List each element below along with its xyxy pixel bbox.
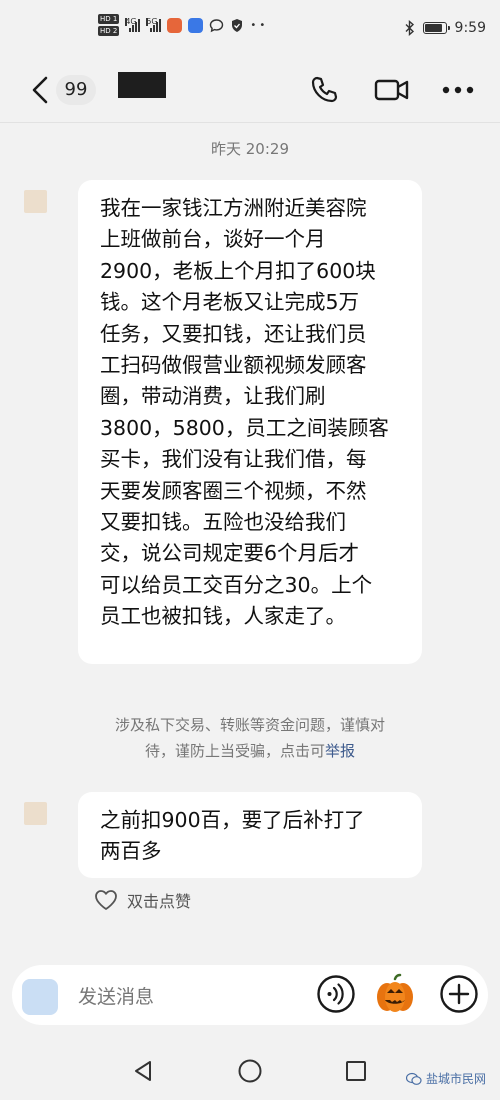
message-text: 之前扣900百，要了后补打了 两百多 xyxy=(100,808,365,864)
chat-header: 99 xyxy=(0,60,500,122)
clock: 9:59 xyxy=(454,20,486,36)
warning-line-1: 涉及私下交易、转账等资金问题，谨慎对 xyxy=(114,716,385,734)
nav-recents-icon[interactable] xyxy=(343,1058,369,1084)
watermark-text: 盐城市民网 xyxy=(425,1072,486,1086)
signal-icon-2: 5G xyxy=(146,18,162,32)
report-link[interactable]: 举报 xyxy=(325,742,355,760)
safety-warning: 涉及私下交易、转账等资金问题，谨慎对 待，谨防上当受骗，点击可举报 xyxy=(0,712,500,764)
message-timestamp: 昨天 20:29 xyxy=(211,140,289,158)
user-avatar xyxy=(22,979,58,1015)
status-icons-right: 9:59 xyxy=(405,20,486,36)
status-bar: HD 1 HD 2 4G 5G • • 9:59 xyxy=(0,0,500,60)
warning-line-2: 待，谨防上当受骗，点击可 xyxy=(144,742,325,760)
more-notifications-dots: • • xyxy=(250,19,266,31)
message-bubble[interactable]: 我在一家钱江方洲附近美容院 上班做前台，谈好一个月 2900，老板上个月扣了60… xyxy=(78,180,422,664)
security-icon xyxy=(188,17,204,33)
nav-back-icon[interactable] xyxy=(130,1058,156,1084)
unread-count-badge[interactable]: 99 xyxy=(56,75,96,105)
more-icon[interactable] xyxy=(440,72,476,108)
header-divider xyxy=(0,122,500,123)
hd1-badge: HD 1 xyxy=(98,14,120,24)
sender-avatar[interactable] xyxy=(24,802,47,825)
message-input-bar: 发送消息 xyxy=(12,965,488,1025)
bluetooth-icon xyxy=(405,20,414,36)
system-navigation-bar: 盐城市民网 xyxy=(0,1040,500,1100)
app-notification-icon xyxy=(167,17,183,33)
voice-icon[interactable] xyxy=(315,973,357,1015)
plus-icon[interactable] xyxy=(438,973,480,1015)
signal-icon-1: 4G xyxy=(125,18,141,32)
shield-check-icon xyxy=(232,18,243,32)
back-arrow-icon[interactable] xyxy=(28,72,52,108)
battery-icon xyxy=(422,22,450,34)
message-bubble[interactable]: 之前扣900百，要了后补打了 两百多 xyxy=(78,792,422,878)
source-watermark: 盐城市民网 xyxy=(405,1070,486,1087)
nav-home-icon[interactable] xyxy=(237,1058,263,1084)
message-text: 我在一家钱江方洲附近美容院 上班做前台，谈好一个月 2900，老板上个月扣了60… xyxy=(100,196,389,629)
like-row[interactable]: 双击点赞 xyxy=(94,888,191,912)
heart-icon xyxy=(95,890,117,910)
phone-icon[interactable] xyxy=(306,72,342,108)
chat-notification-icon xyxy=(210,18,224,32)
status-icons-left: HD 1 HD 2 4G 5G • • xyxy=(98,14,265,36)
hd2-badge: HD 2 xyxy=(98,26,120,36)
wechat-logo-icon xyxy=(405,1072,422,1085)
like-label: 双击点赞 xyxy=(127,892,192,911)
pumpkin-emoji-icon[interactable] xyxy=(374,973,416,1015)
message-input[interactable]: 发送消息 xyxy=(78,982,154,1009)
contact-name-redacted xyxy=(118,72,166,98)
video-call-icon[interactable] xyxy=(374,72,410,108)
sender-avatar[interactable] xyxy=(24,190,47,213)
